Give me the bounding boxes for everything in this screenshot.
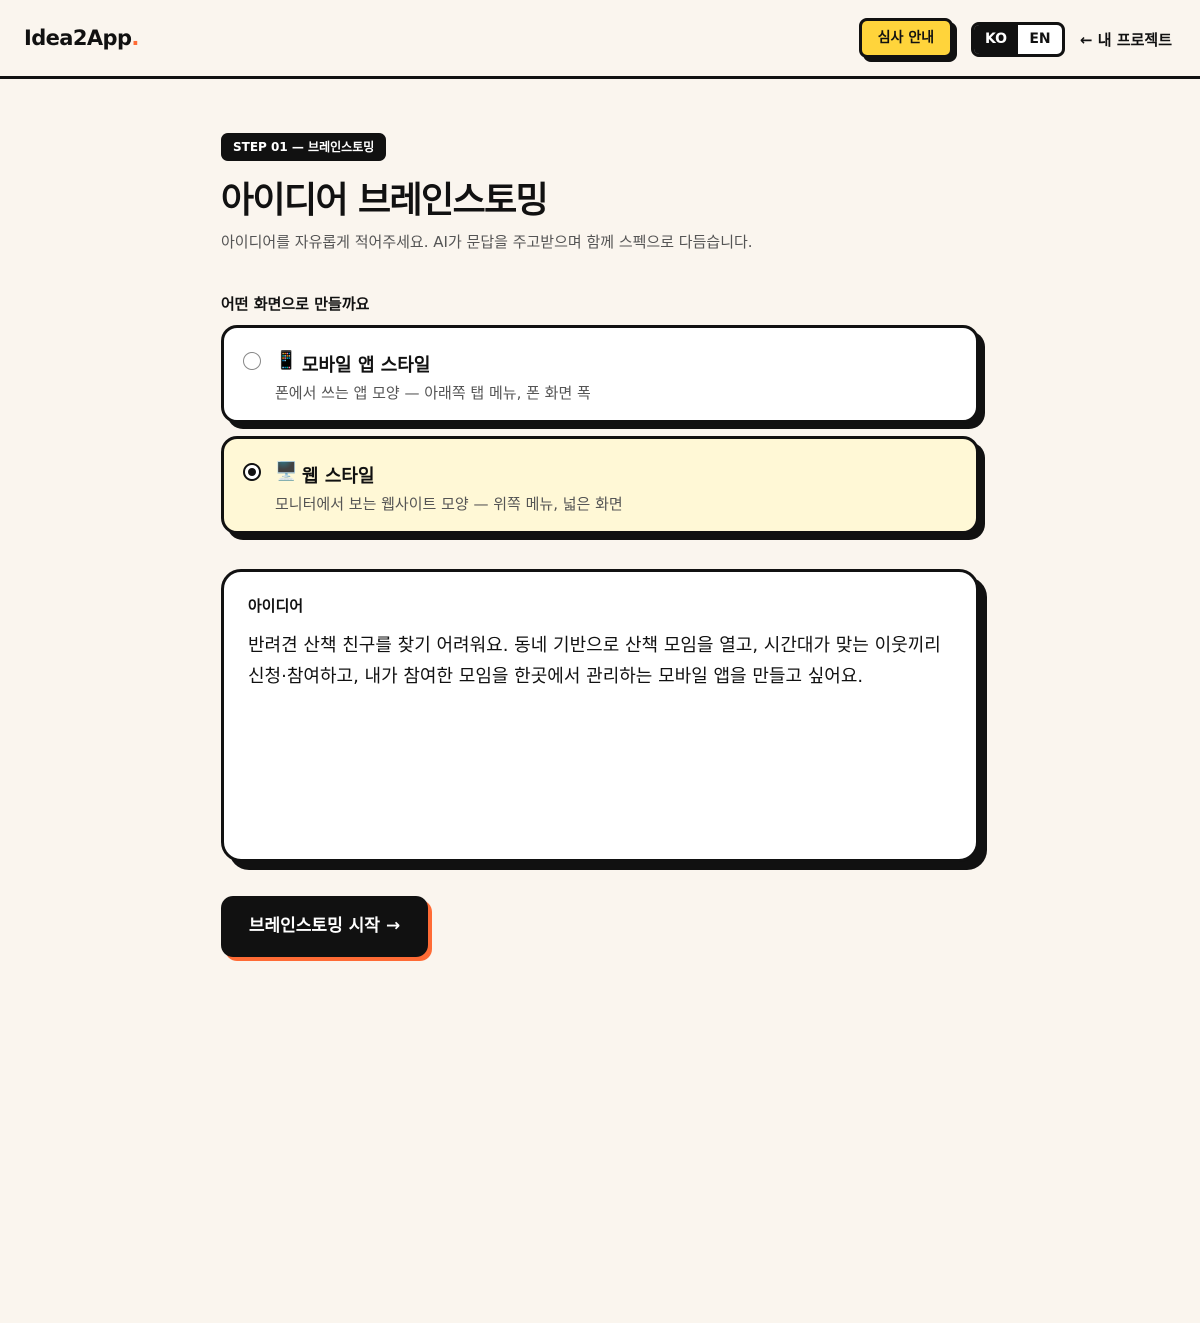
web-radio[interactable] [243,463,261,481]
web-option-description: 모니터에서 보는 웹사이트 모양 — 위쪽 메뉴, 넓은 화면 [275,495,623,513]
lang-ko-button[interactable]: KO [974,25,1018,54]
language-toggle: KO EN [971,22,1065,57]
logo-dot: . [131,26,139,50]
web-option-title: 웹 스타일 [302,466,375,487]
mobile-option-title: 모바일 앱 스타일 [302,355,431,376]
screen-type-label: 어떤 화면으로 만들까요 [221,295,370,313]
idea-label: 아이디어 [248,597,304,615]
logo-text: Idea2App [24,26,132,50]
idea-card: 아이디어 반려견 산책 친구를 찾기 어려워요. 동네 기반으로 산책 모임을 … [221,569,979,862]
page-title: 아이디어 브레인스토밍 [221,180,549,221]
start-brainstorming-button[interactable]: 브레인스토밍 시작 → [221,896,428,957]
page-subtitle: 아이디어를 자유롭게 적어주세요. AI가 문답을 주고받으며 함께 스펙으로 … [221,233,753,251]
idea-textarea[interactable]: 반려견 산책 친구를 찾기 어려워요. 동네 기반으로 산책 모임을 열고, 시… [248,630,948,692]
lang-en-button[interactable]: EN [1018,25,1062,54]
screen-option-mobile[interactable]: 📱 모바일 앱 스타일 폰에서 쓰는 앱 모양 — 아래쪽 탭 메뉴, 폰 화면… [221,325,979,423]
screen-option-web[interactable]: 🖥️ 웹 스타일 모니터에서 보는 웹사이트 모양 — 위쪽 메뉴, 넓은 화면 [221,436,979,534]
desktop-monitor-icon: 🖥️ [275,461,298,482]
logo[interactable]: Idea2App. [24,26,139,50]
mobile-option-description: 폰에서 쓰는 앱 모양 — 아래쪽 탭 메뉴, 폰 화면 폭 [275,384,591,402]
review-guide-button[interactable]: 심사 안내 [859,18,953,58]
top-header: Idea2App. 심사 안내 KO EN ← 내 프로젝트 [0,0,1200,79]
mobile-phone-icon: 📱 [275,350,298,371]
mobile-radio[interactable] [243,352,261,370]
my-projects-link[interactable]: ← 내 프로젝트 [1080,29,1172,50]
step-badge: STEP 01 — 브레인스토밍 [221,133,387,161]
